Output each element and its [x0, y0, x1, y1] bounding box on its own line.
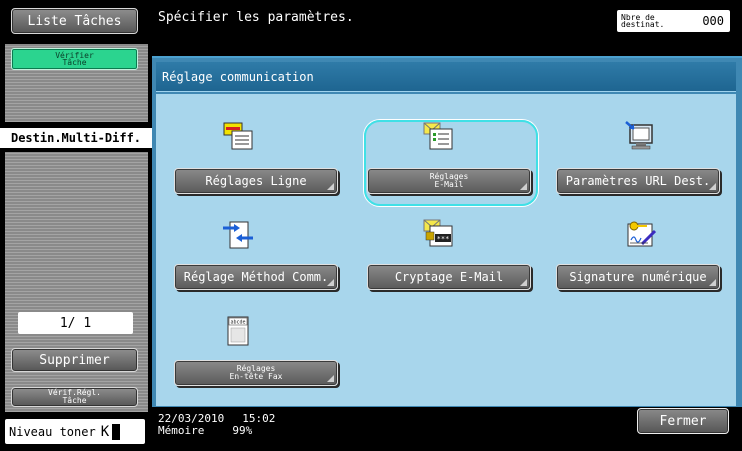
multi-dest-label: Destin.Multi-Diff. — [0, 128, 152, 148]
email-encrypt-icon-text: *** — [437, 235, 450, 243]
fax-header-icon-text: abcde — [230, 320, 245, 326]
email-encrypt-button[interactable]: Cryptage E-Mail — [367, 264, 531, 290]
panel-title-text: Réglage communication — [162, 69, 314, 84]
multi-dest-text: Destin.Multi-Diff. — [10, 131, 142, 145]
monitor-url-icon — [625, 121, 653, 150]
job-list-label: Liste Tâches — [27, 13, 122, 29]
memory-value: 99% — [232, 424, 253, 437]
comm-method-icon — [223, 221, 253, 249]
line-settings-label: Réglages Ligne — [205, 174, 307, 188]
status-bar: 22/03/2010 15:02 Mémoire 99% — [158, 413, 275, 437]
digital-signature-button[interactable]: Signature numérique — [556, 264, 720, 290]
comm-method-label: Réglage Méthod Comm. — [183, 270, 329, 284]
page-indicator-text: 1/ 1 — [59, 315, 92, 331]
verify-job-button[interactable]: Vérifier Tâche — [11, 48, 138, 70]
url-dest-button[interactable]: Paramètres URL Dest. — [556, 168, 720, 194]
line-settings-button[interactable]: Réglages Ligne — [174, 168, 338, 194]
sidebar: Liste Tâches Vérifier Tâche Destin.Multi… — [0, 0, 152, 451]
toner-bar — [112, 423, 121, 440]
destination-counter: Nbre de destinat. 000 — [617, 10, 730, 32]
destination-counter-value: 000 — [702, 14, 724, 28]
panel-title: Réglage communication — [156, 62, 736, 92]
url-dest-label: Paramètres URL Dest. — [565, 174, 711, 188]
memory-label: Mémoire — [158, 424, 205, 437]
fax-header-label-2: En-tête Fax — [229, 372, 283, 381]
delete-label: Supprimer — [39, 352, 110, 368]
delete-button[interactable]: Supprimer — [11, 348, 138, 372]
line-settings-icon — [223, 122, 253, 150]
copier-screen: Liste Tâches Vérifier Tâche Destin.Multi… — [0, 0, 742, 451]
email-settings-label-2: E-Mail — [434, 180, 464, 189]
verify-settings-button[interactable]: Vérif.Régl. Tâche — [11, 387, 138, 407]
destination-counter-label: Nbre de destinat. — [621, 14, 665, 29]
toner-level: Niveau toner K — [5, 419, 145, 444]
close-button[interactable]: Fermer — [637, 408, 729, 434]
email-settings-button[interactable]: Réglages E-Mail — [367, 168, 531, 194]
verify-settings-label-2: Tâche — [62, 396, 87, 405]
email-encrypt-icon: *** — [423, 219, 453, 247]
settings-panel: Réglage communication Réglages Ligne Rég… — [152, 56, 742, 407]
comm-method-button[interactable]: Réglage Méthod Comm. — [174, 264, 338, 290]
verify-job-label-2: Tâche — [62, 58, 87, 67]
toner-label: Niveau toner — [9, 424, 96, 439]
close-label: Fermer — [659, 413, 707, 429]
page-indicator: 1/ 1 — [18, 312, 133, 334]
email-encrypt-label: Cryptage E-Mail — [394, 270, 504, 284]
email-settings-icon — [423, 122, 453, 150]
fax-header-icon: abcde — [227, 316, 249, 346]
job-list-button[interactable]: Liste Tâches — [11, 8, 138, 34]
instruction-message: Spécifier les paramètres. — [158, 10, 354, 25]
dest-count-label-2: destinat. — [621, 20, 665, 29]
digital-signature-label: Signature numérique — [569, 270, 707, 284]
toner-color-symbol: K — [100, 423, 110, 440]
panel-body: Réglages Ligne Réglages E-Mail Paramètre… — [156, 94, 736, 406]
signature-icon — [627, 221, 656, 247]
sidebar-hatch-bottom — [5, 152, 148, 412]
fax-header-button[interactable]: Réglages En-tête Fax — [174, 360, 338, 386]
